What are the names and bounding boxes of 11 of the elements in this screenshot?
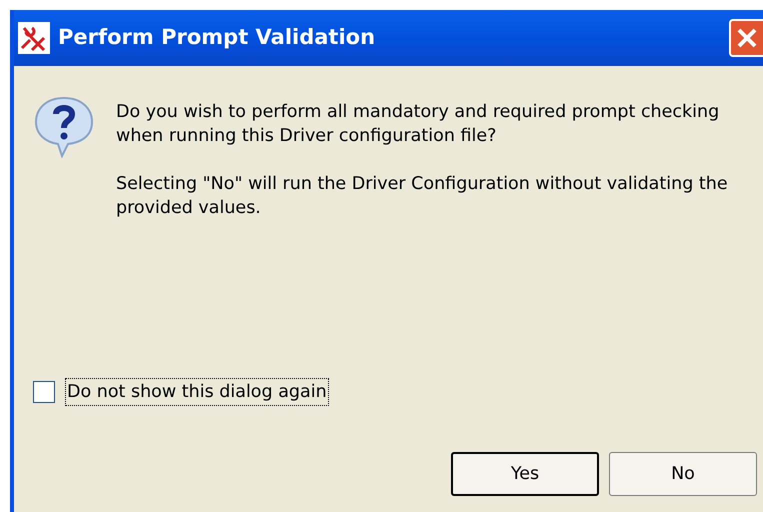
dialog-button[interactable]: Yes — [451, 452, 599, 496]
checkbox[interactable] — [33, 380, 55, 403]
close-icon — [736, 27, 758, 49]
checkbox-label: Do not show this dialog again — [65, 378, 329, 406]
question-text: Do you wish to perform all mandatory and required prompt checking when running this Driver configuration file? — [116, 101, 720, 148]
window-title: Perform Prompt Validation — [58, 24, 376, 52]
note-text: Selecting "No" will run the Driver Configuration without validating the provided values. — [116, 173, 729, 220]
app-logo-icon — [18, 22, 50, 54]
question-icon — [32, 94, 96, 158]
dialog-button[interactable]: No — [609, 452, 757, 496]
close-button[interactable] — [729, 19, 763, 57]
